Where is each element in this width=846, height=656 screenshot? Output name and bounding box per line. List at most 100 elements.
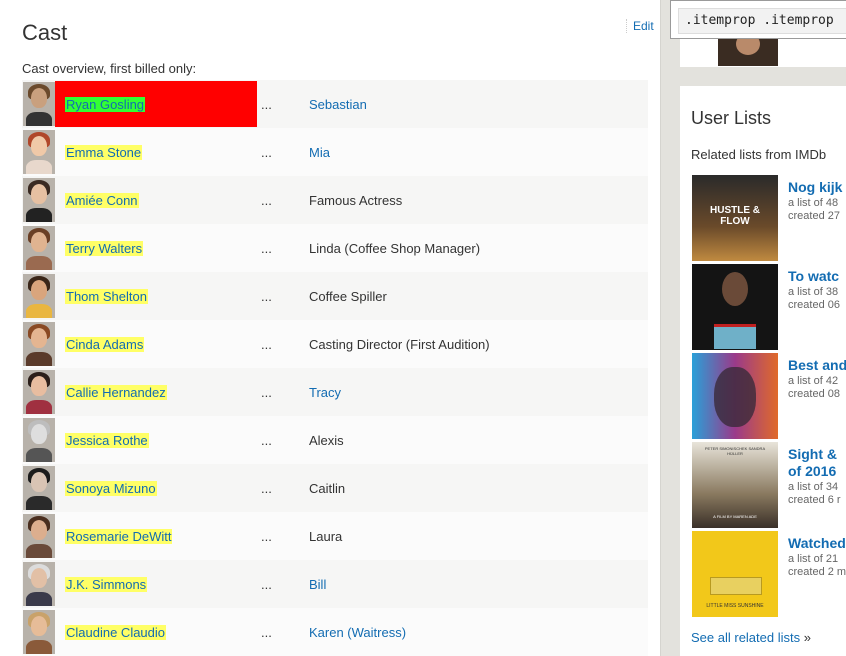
actor-photo-face [31, 424, 47, 444]
character-name: Coffee Spiller [309, 288, 387, 304]
list-title-line[interactable]: Nog kijk [788, 179, 842, 195]
ellipsis: ... [261, 192, 272, 208]
ellipsis: ... [261, 480, 272, 496]
actor-photo[interactable] [23, 226, 55, 270]
edit-cast-link[interactable]: Edit [626, 19, 654, 33]
actor-photo-body [26, 160, 52, 174]
actor-photo-body [26, 496, 52, 510]
actor-cell: Callie Hernandez [55, 368, 257, 416]
actor-photo[interactable] [23, 418, 55, 462]
character-link[interactable]: Mia [309, 145, 330, 160]
actor-photo[interactable] [23, 274, 55, 318]
cast-row: Jessica Rothe... Alexis [22, 416, 648, 464]
list-title-line[interactable]: Sight & [788, 446, 837, 462]
character-name: Alexis [309, 432, 344, 448]
ellipsis: ... [261, 144, 272, 160]
character-link[interactable]: Bill [309, 577, 326, 592]
actor-photo[interactable] [23, 322, 55, 366]
actor-photo-face [31, 184, 47, 204]
cast-row: Amiée Conn... Famous Actress [22, 176, 648, 224]
list-count: a list of 34 [788, 481, 839, 493]
actor-name-link[interactable]: Terry Walters [65, 240, 144, 256]
actor-photo-body [26, 592, 52, 606]
ellipsis: ... [261, 96, 272, 112]
actor-cell: Amiée Conn [55, 176, 257, 224]
cast-row: Cinda Adams... Casting Director (First Au… [22, 320, 648, 368]
poster-figure [722, 272, 748, 306]
list-created: created 27 [788, 210, 840, 222]
list-count: a list of 21 [788, 553, 839, 565]
list-title-line[interactable]: of 2016 [788, 463, 836, 479]
cast-row: Ryan Gosling... Sebastian [22, 80, 648, 128]
actor-name-link[interactable]: Ryan Gosling [65, 96, 146, 112]
user-lists-subtitle: Related lists from IMDb [691, 147, 827, 162]
list-title-link[interactable]: To watc [788, 268, 839, 285]
user-lists-heading: User Lists [691, 108, 772, 128]
actor-cell: J.K. Simmons [55, 560, 257, 608]
user-list-item: PETER SIMONISCHEK SANDRA HÜLLER A FILM BY… [692, 442, 846, 528]
actor-photo-body [26, 544, 52, 558]
character-link[interactable]: Tracy [309, 385, 341, 400]
list-poster[interactable] [692, 264, 778, 350]
list-title-link[interactable]: Watched [788, 535, 846, 552]
list-poster[interactable]: HUSTLE & FLOW [692, 175, 778, 261]
cast-row: Thom Shelton... Coffee Spiller [22, 272, 648, 320]
actor-name-link[interactable]: Cinda Adams [65, 336, 145, 352]
see-all-lists[interactable]: See all related lists » [691, 630, 811, 645]
actor-photo[interactable] [23, 562, 55, 606]
actor-name-link[interactable]: Emma Stone [65, 144, 143, 160]
actor-name-link[interactable]: Jessica Rothe [65, 432, 149, 448]
actor-photo[interactable] [23, 514, 55, 558]
actor-photo-body [26, 352, 52, 366]
cast-row: Emma Stone... Mia [22, 128, 648, 176]
selector-input[interactable]: .itemprop .itemprop [678, 8, 846, 34]
poster-face [714, 367, 756, 427]
actor-photo-body [26, 112, 52, 126]
character-name: Famous Actress [309, 192, 403, 208]
list-title-link[interactable]: Nog kijk [788, 179, 842, 196]
character-link[interactable]: Sebastian [309, 97, 367, 112]
actor-name-link[interactable]: Rosemarie DeWitt [65, 528, 173, 544]
actor-photo-body [26, 640, 52, 654]
character-link[interactable]: Karen (Waitress) [309, 625, 406, 640]
actor-cell: Claudine Claudio [55, 608, 257, 656]
actor-photo-body [26, 256, 52, 270]
cast-row: Sonoya Mizuno... Caitlin [22, 464, 648, 512]
cast-panel: Cast Edit Cast overview, first billed on… [0, 0, 661, 656]
actor-photo-face [31, 136, 47, 156]
actor-photo[interactable] [23, 370, 55, 414]
actor-cell: Jessica Rothe [55, 416, 257, 464]
actor-name-link[interactable]: Callie Hernandez [65, 384, 167, 400]
actor-name-link[interactable]: Amiée Conn [65, 192, 139, 208]
see-all-lists-link[interactable]: See all related lists [691, 630, 800, 645]
actor-photo[interactable] [23, 466, 55, 510]
list-title-line[interactable]: Best and [788, 357, 846, 373]
list-poster[interactable]: PETER SIMONISCHEK SANDRA HÜLLER A FILM BY… [692, 442, 778, 528]
actor-cell: Rosemarie DeWitt [55, 512, 257, 560]
actor-photo-face [31, 328, 47, 348]
actor-photo[interactable] [23, 178, 55, 222]
list-created: created 08 [788, 388, 840, 400]
list-title-link[interactable]: Best and [788, 357, 846, 374]
actor-name-link[interactable]: Sonoya Mizuno [65, 480, 157, 496]
list-title-link[interactable]: Sight & of 2016 [788, 446, 837, 480]
actor-photo-face [31, 280, 47, 300]
actor-name-link[interactable]: Thom Shelton [65, 288, 148, 304]
list-poster[interactable]: LITTLE MISS SUNSHINE [692, 531, 778, 617]
previous-widget-photo[interactable] [718, 33, 778, 66]
poster-van [710, 577, 762, 595]
list-created: created 2 m [788, 566, 846, 578]
actor-photo-face [31, 472, 47, 492]
list-poster[interactable] [692, 353, 778, 439]
poster-gift [714, 324, 756, 349]
actor-photo[interactable] [23, 610, 55, 654]
actor-photo[interactable] [23, 130, 55, 174]
user-list-item: LITTLE MISS SUNSHINE Watched a list of 21 c… [692, 531, 846, 617]
actor-cell: Thom Shelton [55, 272, 257, 320]
list-title-line[interactable]: Watched [788, 535, 846, 551]
list-title-line[interactable]: To watc [788, 268, 839, 284]
actor-name-link[interactable]: J.K. Simmons [65, 576, 148, 592]
poster-credits: PETER SIMONISCHEK SANDRA HÜLLER [704, 446, 766, 456]
actor-photo[interactable] [23, 82, 55, 126]
actor-name-link[interactable]: Claudine Claudio [65, 624, 167, 640]
